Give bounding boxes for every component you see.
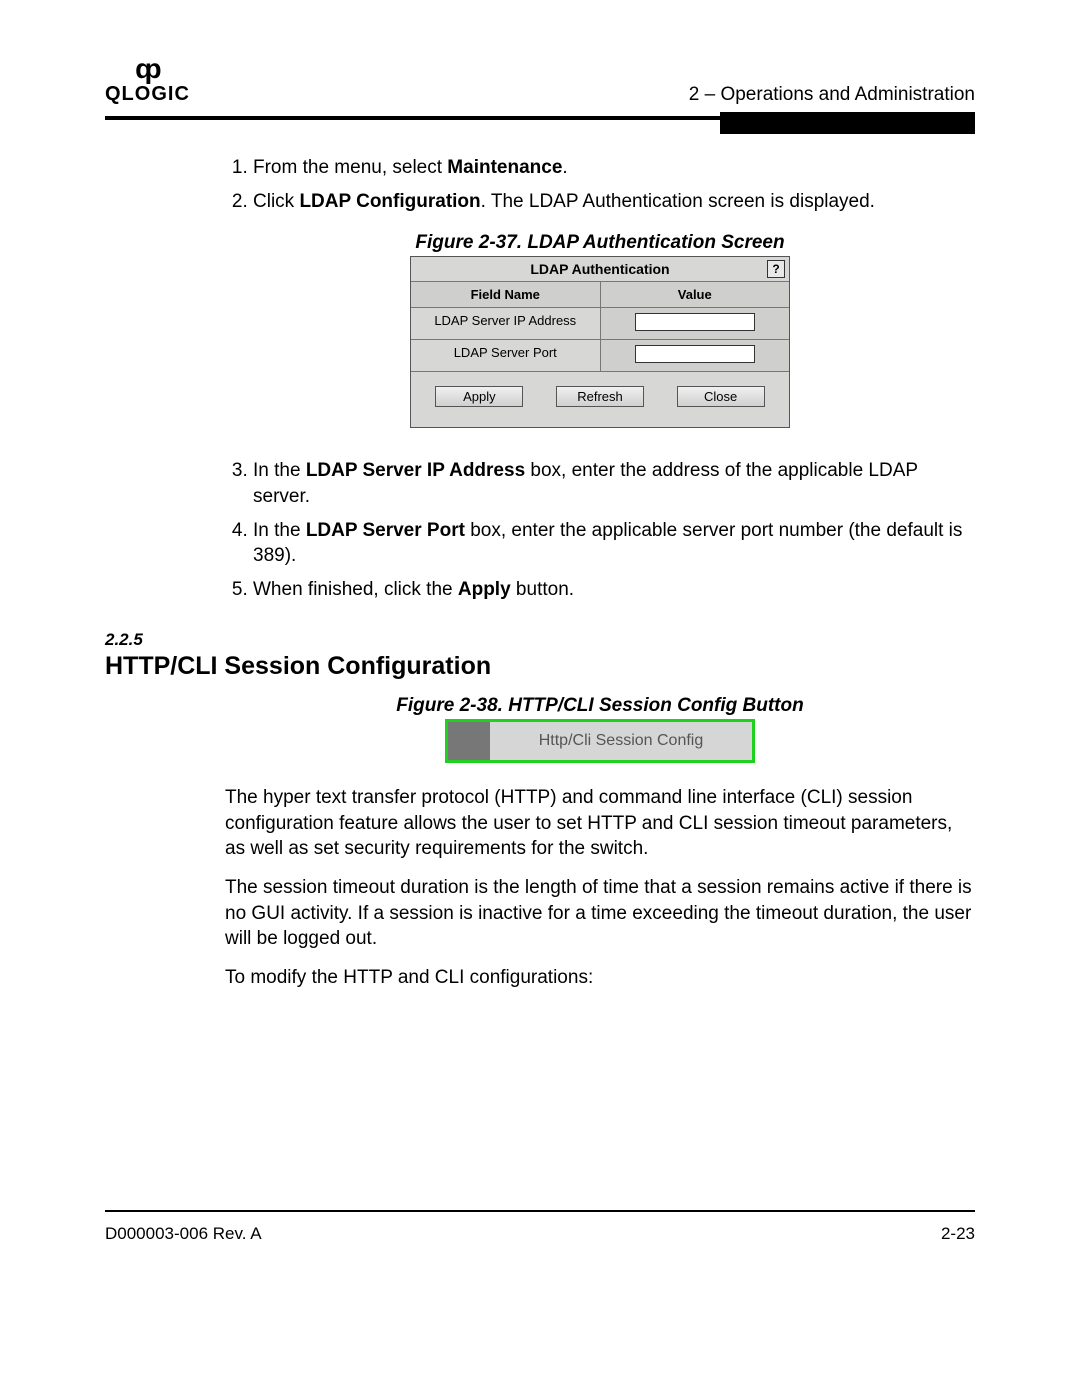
close-button[interactable]: Close bbox=[677, 386, 765, 407]
section-number: 2.2.5 bbox=[105, 630, 975, 650]
dialog-title: LDAP Authentication bbox=[530, 261, 669, 277]
brand-logo: ȹ QLOGIC bbox=[105, 55, 190, 106]
refresh-button[interactable]: Refresh bbox=[556, 386, 644, 407]
section-title: HTTP/CLI Session Configuration bbox=[105, 652, 975, 681]
dialog-title-bar: LDAP Authentication ? bbox=[411, 257, 789, 281]
ldap-ip-input[interactable] bbox=[635, 313, 755, 331]
chapter-marker: 2 – Operations and Administration bbox=[689, 84, 975, 106]
help-button[interactable]: ? bbox=[767, 260, 785, 278]
column-header-field: Field Name bbox=[411, 282, 601, 307]
instruction-list-a: From the menu, select Maintenance. Click… bbox=[225, 155, 975, 214]
header-accent bbox=[720, 112, 975, 134]
ldap-port-input[interactable] bbox=[635, 345, 755, 363]
field-label: LDAP Server Port bbox=[411, 340, 601, 371]
footer-doc-id: D000003-006 Rev. A bbox=[105, 1224, 262, 1244]
ldap-auth-dialog: LDAP Authentication ? Field Name Value L… bbox=[410, 256, 790, 428]
column-header-value: Value bbox=[601, 282, 790, 307]
list-item: In the LDAP Server IP Address box, enter… bbox=[253, 458, 975, 509]
http-cli-config-button[interactable]: Http/Cli Session Config bbox=[445, 719, 755, 763]
paragraph: The hyper text transfer protocol (HTTP) … bbox=[225, 785, 975, 861]
instruction-list-b: In the LDAP Server IP Address box, enter… bbox=[225, 458, 975, 602]
list-item: Click LDAP Configuration. The LDAP Authe… bbox=[253, 189, 975, 215]
button-label: Http/Cli Session Config bbox=[490, 722, 752, 760]
paragraph: To modify the HTTP and CLI configuration… bbox=[225, 965, 975, 990]
figure-38-caption: Figure 2-38. HTTP/CLI Session Config But… bbox=[225, 695, 975, 717]
paragraph: The session timeout duration is the leng… bbox=[225, 875, 975, 951]
footer-rule bbox=[105, 1210, 975, 1212]
button-icon bbox=[448, 722, 490, 760]
list-item: In the LDAP Server Port box, enter the a… bbox=[253, 518, 975, 569]
header-rule bbox=[105, 116, 975, 120]
logo-text: QLOGIC bbox=[105, 83, 190, 106]
logo-mark-icon: ȹ bbox=[135, 55, 160, 83]
apply-button[interactable]: Apply bbox=[435, 386, 523, 407]
footer-page-number: 2-23 bbox=[941, 1224, 975, 1244]
field-label: LDAP Server IP Address bbox=[411, 308, 601, 339]
list-item: From the menu, select Maintenance. bbox=[253, 155, 975, 181]
body-paragraphs: The hyper text transfer protocol (HTTP) … bbox=[225, 785, 975, 990]
list-item: When finished, click the Apply button. bbox=[253, 577, 975, 603]
figure-37-caption: Figure 2-37. LDAP Authentication Screen bbox=[225, 232, 975, 254]
